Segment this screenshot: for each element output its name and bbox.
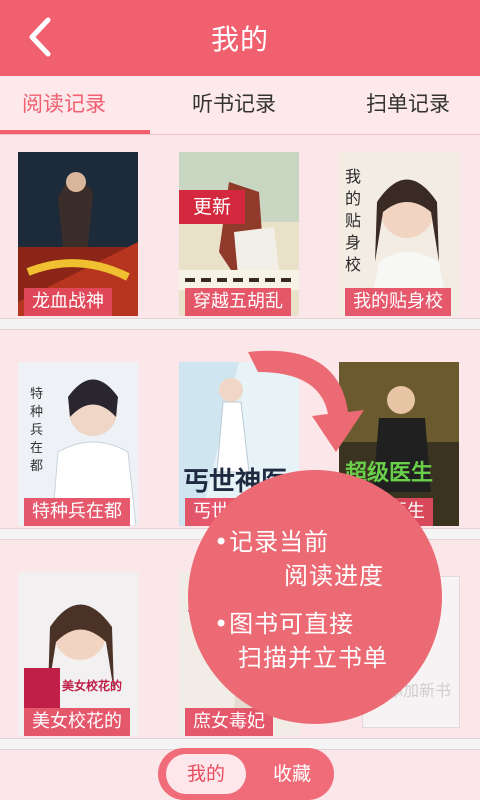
book-item[interactable]: 龙血战神 <box>18 152 138 316</box>
top-bar: 我的 <box>0 0 480 76</box>
segment-mine[interactable]: 我的 <box>166 754 246 794</box>
svg-text:校: 校 <box>345 255 361 274</box>
svg-text:身: 身 <box>345 233 361 252</box>
book-title: 庶女毒妃 <box>185 708 273 736</box>
tab-audio-history[interactable]: 听书记录 <box>192 88 276 118</box>
svg-text:的: 的 <box>345 189 361 208</box>
book-title: 穿越五胡乱 <box>185 288 291 316</box>
book-item[interactable]: 更新 穿越五胡乱 <box>179 152 299 316</box>
svg-text:我: 我 <box>345 167 361 186</box>
tab-active-indicator <box>0 130 150 134</box>
guide-bubble: •记录当前 阅读进度 •图书可直接 扫描并立书单 <box>188 470 442 724</box>
tip-text: •记录当前 <box>214 528 330 556</box>
page-title: 我的 <box>210 23 269 56</box>
svg-text:在: 在 <box>30 441 43 456</box>
tab-reading-history[interactable]: 阅读记录 <box>22 88 106 118</box>
bottom-segmented-control: 我的 收藏 <box>158 748 334 800</box>
tip-text: 扫描并立书单 <box>238 644 388 672</box>
shelf-divider <box>0 318 480 330</box>
svg-text:都: 都 <box>30 459 43 474</box>
update-badge: 更新 <box>179 190 245 224</box>
guide-arrow-icon <box>248 350 364 452</box>
segment-favorites[interactable]: 收藏 <box>254 754 330 794</box>
book-title: 龙血战神 <box>24 288 112 316</box>
tab-scan-history[interactable]: 扫单记录 <box>366 88 450 118</box>
book-title: 美女校花的 <box>24 708 130 736</box>
svg-text:贴: 贴 <box>345 211 361 230</box>
tip-text: •图书可直接 <box>214 610 355 638</box>
book-item[interactable]: 美女校花的 美女校花的 <box>18 572 138 736</box>
book-title: 我的贴身校 <box>345 288 451 316</box>
chevron-left-icon[interactable] <box>20 14 66 60</box>
tip-text: 阅读进度 <box>284 562 384 590</box>
book-item[interactable]: 特 种 兵 在 都 特种兵在都 <box>18 362 138 526</box>
tab-bar: 阅读记录 听书记录 扫单记录 <box>0 76 480 135</box>
svg-text:兵: 兵 <box>30 423 43 438</box>
svg-text:种: 种 <box>30 405 43 420</box>
book-item[interactable]: 我 的 贴 身 校 我的贴身校 <box>339 152 459 316</box>
book-title: 特种兵在都 <box>24 498 130 526</box>
svg-text:特: 特 <box>30 387 43 402</box>
svg-text:美女校花的: 美女校花的 <box>62 678 122 693</box>
